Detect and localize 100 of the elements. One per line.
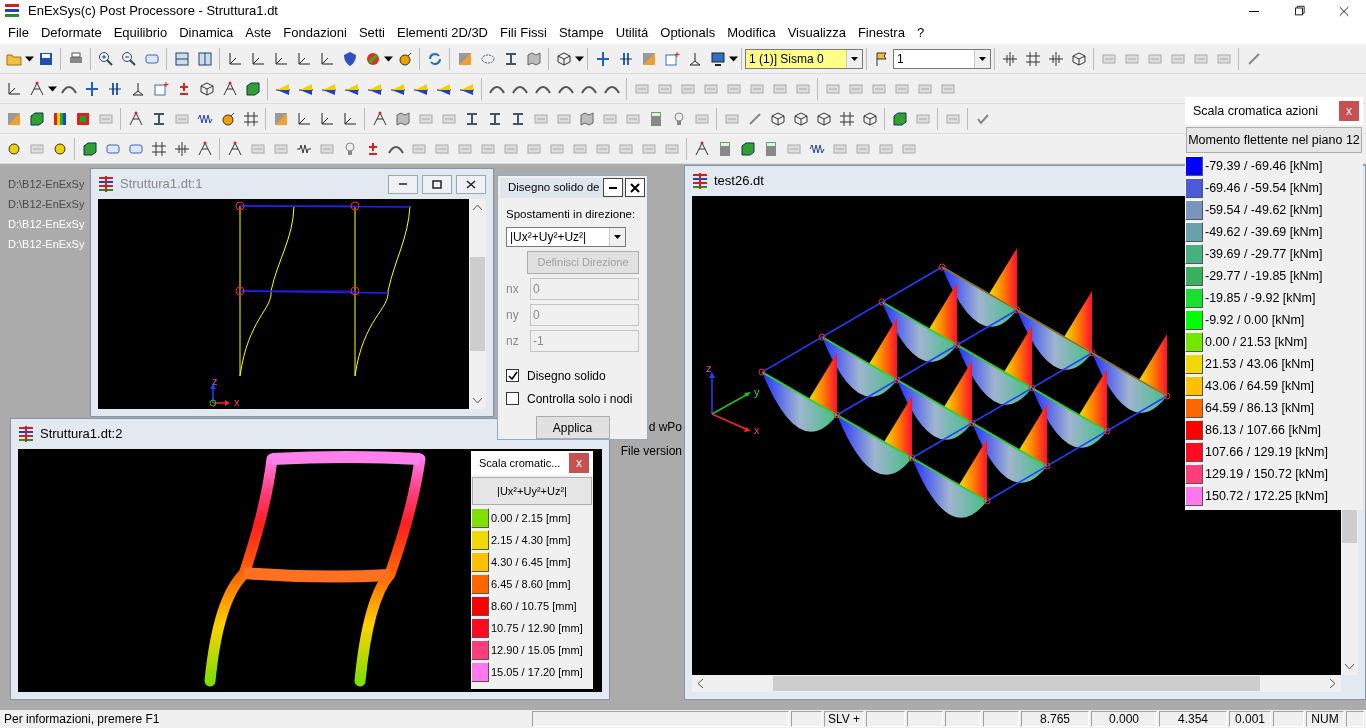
menu-item[interactable]: Deformate xyxy=(34,23,108,43)
grid-icon[interactable] xyxy=(242,110,259,127)
close-button[interactable] xyxy=(625,178,645,198)
apply-button[interactable]: Applica xyxy=(535,416,610,439)
axes-icon[interactable] xyxy=(341,110,358,127)
dropdown-field[interactable]: 1 xyxy=(893,48,991,69)
menu-item[interactable]: ? xyxy=(910,23,931,43)
diagonal-fill-icon[interactable] xyxy=(640,50,657,67)
menu-item[interactable]: Aste xyxy=(239,23,278,43)
rainbow-icon[interactable] xyxy=(51,110,68,127)
flag-icon[interactable] xyxy=(873,50,890,67)
zoom-in-icon[interactable] xyxy=(97,50,114,67)
horizontal-scrollbar[interactable] xyxy=(692,675,1341,692)
network-icon[interactable] xyxy=(226,140,243,157)
diagonal-fill-icon[interactable] xyxy=(272,110,289,127)
grid-icon[interactable] xyxy=(150,140,167,157)
save-icon[interactable] xyxy=(37,50,54,67)
network-icon[interactable] xyxy=(196,140,213,157)
menu-item[interactable]: Elementi 2D/3D xyxy=(390,23,494,43)
minimize-button[interactable] xyxy=(388,174,418,194)
menu-item[interactable]: Stampe xyxy=(552,23,610,43)
scroll-down-icon[interactable] xyxy=(473,398,482,403)
close-button[interactable]: x xyxy=(569,453,589,473)
axes-icon[interactable] xyxy=(272,50,289,67)
refresh-icon[interactable] xyxy=(426,50,443,67)
diagonal-fill-icon[interactable] xyxy=(456,50,473,67)
file-path[interactable]: D:\B12-EnExSy xyxy=(8,177,85,191)
ball-icon[interactable] xyxy=(364,50,381,67)
network-icon[interactable] xyxy=(28,80,45,97)
scroll-thumb[interactable] xyxy=(773,676,1260,691)
arrows-icon[interactable] xyxy=(594,50,611,67)
box-icon[interactable] xyxy=(891,110,908,127)
box-icon[interactable] xyxy=(81,140,98,157)
cube-icon[interactable] xyxy=(792,110,809,127)
scroll-right-icon[interactable] xyxy=(1330,679,1335,688)
axes-icon[interactable] xyxy=(295,50,312,67)
checkbox[interactable] xyxy=(506,369,519,382)
axes-icon[interactable] xyxy=(5,80,22,97)
menu-item[interactable]: Setti xyxy=(352,23,391,43)
shield-icon[interactable] xyxy=(341,50,358,67)
close-button[interactable]: x xyxy=(1339,101,1359,121)
arrows-icon[interactable] xyxy=(617,50,634,67)
scroll-down-icon[interactable] xyxy=(1345,664,1354,669)
menu-item[interactable]: Optionals xyxy=(654,23,722,43)
menu-item[interactable]: Fili Fissi xyxy=(494,23,553,43)
color-square-icon[interactable] xyxy=(74,110,91,127)
scroll-up-icon[interactable] xyxy=(473,205,482,210)
arrows-icon[interactable] xyxy=(83,80,100,97)
network-icon[interactable] xyxy=(693,140,710,157)
menu-item[interactable]: Equilibrio xyxy=(107,23,174,43)
vertical-scrollbar[interactable] xyxy=(469,199,486,409)
cube-icon[interactable] xyxy=(1070,50,1087,67)
crosshair-icon[interactable] xyxy=(1001,50,1018,67)
axes-icon[interactable] xyxy=(318,110,335,127)
axes-icon[interactable] xyxy=(295,110,312,127)
menu-item[interactable]: Visualizza xyxy=(781,23,852,43)
map-icon[interactable] xyxy=(525,50,542,67)
scroll-thumb[interactable] xyxy=(470,256,485,352)
close-button[interactable] xyxy=(456,174,486,194)
axes-icon[interactable] xyxy=(226,50,243,67)
menu-item[interactable]: Dinamica xyxy=(173,23,240,43)
cube-icon[interactable] xyxy=(815,110,832,127)
maximize-button[interactable] xyxy=(422,174,452,194)
menu-item[interactable]: Fondazioni xyxy=(277,23,353,43)
bomb-icon[interactable] xyxy=(219,110,236,127)
network-icon[interactable] xyxy=(221,80,238,97)
crosshair-icon[interactable] xyxy=(173,140,190,157)
bomb-icon[interactable] xyxy=(396,50,413,67)
dropdown-field[interactable]: 1 (1)] Sisma 0 xyxy=(745,48,863,69)
cube-icon[interactable] xyxy=(861,110,878,127)
zoom-out-icon[interactable] xyxy=(120,50,137,67)
box-icon[interactable] xyxy=(739,140,756,157)
split-view-icon[interactable] xyxy=(173,50,190,67)
network-icon[interactable] xyxy=(127,110,144,127)
menu-item[interactable]: File xyxy=(2,23,35,43)
box-icon[interactable] xyxy=(244,80,261,97)
cube-icon[interactable] xyxy=(769,110,786,127)
cube-icon[interactable] xyxy=(555,50,572,67)
add-square-icon[interactable] xyxy=(663,50,680,67)
file-path[interactable]: D:\B12-EnExSy xyxy=(8,197,85,211)
map-icon[interactable] xyxy=(578,110,595,127)
help-icon[interactable] xyxy=(5,140,22,157)
menu-item[interactable]: Finestra xyxy=(851,23,911,43)
diagonal-fill-icon[interactable] xyxy=(5,110,22,127)
help-icon[interactable] xyxy=(51,140,68,157)
axes-icon[interactable] xyxy=(318,50,335,67)
grid-icon[interactable] xyxy=(1024,50,1041,67)
add-square-icon[interactable] xyxy=(152,80,169,97)
network-icon[interactable] xyxy=(371,110,388,127)
menu-item[interactable]: Modifica xyxy=(721,23,782,43)
checkbox[interactable] xyxy=(506,392,519,405)
menu-item[interactable]: Utilitá xyxy=(609,23,655,43)
grid-icon[interactable] xyxy=(838,110,855,127)
direction-select[interactable]: |Ux²+Uy²+Uz²| xyxy=(506,227,626,247)
monitor-icon[interactable] xyxy=(709,50,726,67)
crosshair-icon[interactable] xyxy=(1047,50,1064,67)
map-icon[interactable] xyxy=(394,110,411,127)
scroll-left-icon[interactable] xyxy=(698,679,703,688)
split-view-icon[interactable] xyxy=(196,50,213,67)
box-icon[interactable] xyxy=(28,110,45,127)
